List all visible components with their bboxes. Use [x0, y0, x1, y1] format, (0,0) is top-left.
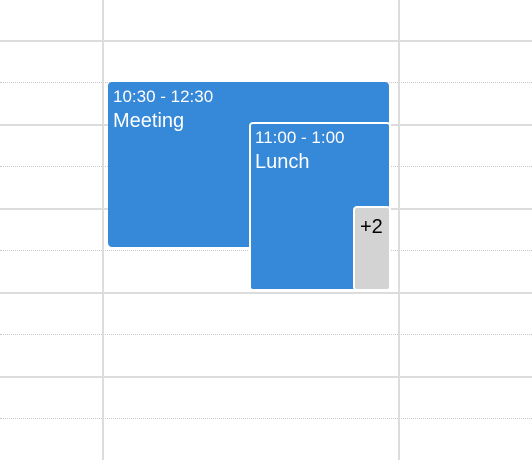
calendar-grid: 10:30 - 12:30 Meeting 11:00 - 1:00 Lunch…	[0, 0, 532, 460]
day-column-divider	[398, 0, 400, 460]
event-time: 11:00 - 1:00	[255, 128, 345, 147]
event-time: 10:30 - 12:30	[113, 87, 214, 106]
day-column-divider	[102, 0, 104, 460]
half-hour-line	[0, 418, 532, 419]
hour-line	[0, 292, 532, 294]
more-events-badge[interactable]: +2	[353, 206, 391, 291]
event-title: Lunch	[255, 151, 310, 173]
half-hour-line	[0, 334, 532, 335]
hour-line	[0, 40, 532, 42]
hour-line	[0, 376, 532, 378]
